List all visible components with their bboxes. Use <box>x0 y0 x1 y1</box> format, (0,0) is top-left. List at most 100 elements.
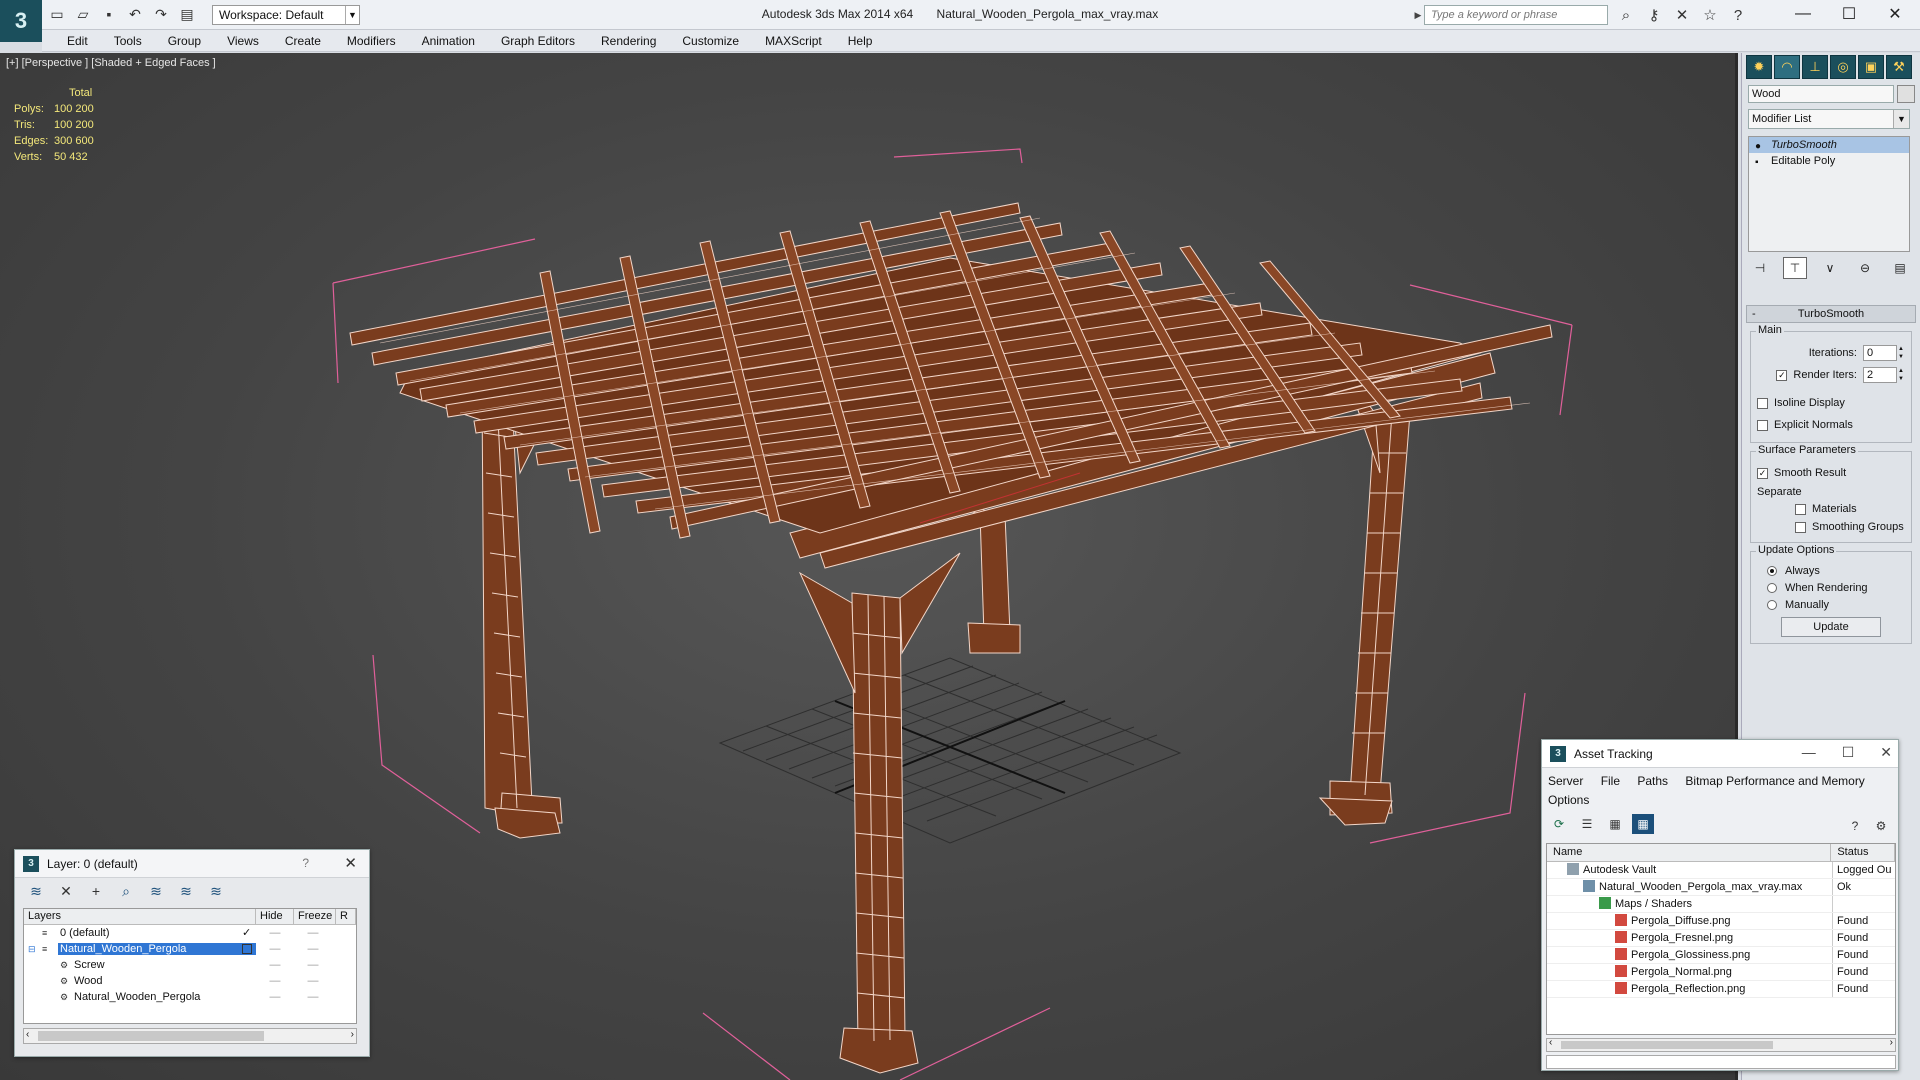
close-icon[interactable]: ✕ <box>1872 0 1918 28</box>
menu-create[interactable]: Create <box>272 34 334 48</box>
minimize-icon[interactable]: — <box>1780 0 1826 28</box>
explicit-normals-checkbox[interactable] <box>1757 419 1768 431</box>
highlight-layer-icon[interactable]: ≋ <box>145 881 167 901</box>
motion-tab-icon[interactable]: ◎ <box>1830 55 1856 79</box>
undo-icon[interactable]: ↶ <box>124 4 146 24</box>
app-logo-icon[interactable]: 3 <box>0 0 42 42</box>
hide-toggle[interactable]: — <box>256 941 294 957</box>
scroll-left-icon[interactable]: ‹ <box>1549 1037 1552 1048</box>
table-view-icon[interactable]: ▦ <box>1632 814 1654 834</box>
project-folder-icon[interactable]: ▤ <box>176 4 198 24</box>
freeze-all-icon[interactable]: ≋ <box>205 881 227 901</box>
layer-row[interactable]: ≡ 0 (default) ✓ — — <box>24 925 356 941</box>
hide-toggle[interactable]: — <box>256 957 294 973</box>
horizontal-scrollbar[interactable]: ‹ › <box>23 1028 357 1044</box>
layer-dialog-titlebar[interactable]: 3 Layer: 0 (default) ? ✕ <box>15 850 369 878</box>
spinner-arrows-icon[interactable]: ▲ ▼ <box>1897 345 1905 361</box>
utilities-tab-icon[interactable]: ⚒ <box>1886 55 1912 79</box>
asset-row[interactable]: Pergola_Reflection.png Found <box>1547 981 1895 998</box>
asset-row[interactable]: Pergola_Fresnel.png Found <box>1547 930 1895 947</box>
make-unique-icon[interactable]: ∨ <box>1818 257 1842 279</box>
settings-icon[interactable]: ⚙ <box>1870 816 1892 836</box>
menu-help[interactable]: Help <box>835 34 886 48</box>
when-rendering-radio[interactable] <box>1767 582 1777 593</box>
hide-toggle[interactable]: — <box>256 973 294 989</box>
stack-item-turbosmooth[interactable]: ● TurboSmooth <box>1749 137 1909 153</box>
menu-animation[interactable]: Animation <box>409 34 488 48</box>
stack-item-editable-poly[interactable]: ▪ Editable Poly <box>1749 153 1909 169</box>
iterations-spinner[interactable]: 0 <box>1863 345 1897 361</box>
scroll-right-icon[interactable]: › <box>1890 1037 1893 1048</box>
add-to-layer-icon[interactable]: + <box>85 881 107 901</box>
close-icon[interactable]: ✕ <box>1880 744 1892 761</box>
redo-icon[interactable]: ↷ <box>150 4 172 24</box>
column-status[interactable]: Status <box>1831 844 1895 861</box>
hide-toggle[interactable]: — <box>256 925 294 941</box>
key-icon[interactable]: ⚷ <box>1642 4 1666 26</box>
menu-edit[interactable]: Edit <box>54 34 101 48</box>
asset-row[interactable]: Autodesk Vault Logged Ou <box>1547 862 1895 879</box>
expand-icon[interactable]: ⊟ <box>28 941 36 957</box>
search-input[interactable]: Type a keyword or phrase <box>1424 5 1608 25</box>
refresh-icon[interactable]: ⟳ <box>1548 814 1570 834</box>
show-end-result-icon[interactable]: ⊤ <box>1783 257 1807 279</box>
expand-icon[interactable]: ▪ <box>1755 155 1759 171</box>
asset-tracking-titlebar[interactable]: 3 Asset Tracking — ☐ ✕ <box>1542 740 1898 768</box>
current-layer-box-icon[interactable] <box>242 944 252 954</box>
freeze-toggle[interactable]: — <box>294 941 332 957</box>
scroll-thumb[interactable] <box>38 1031 264 1041</box>
help-icon[interactable]: ? <box>1726 4 1750 26</box>
isoline-checkbox[interactable] <box>1757 397 1768 409</box>
asset-row[interactable]: Maps / Shaders <box>1547 896 1895 913</box>
freeze-toggle[interactable]: — <box>294 989 332 1005</box>
update-button[interactable]: Update <box>1781 617 1881 637</box>
list-view-icon[interactable]: ☰ <box>1576 814 1598 834</box>
hierarchy-tab-icon[interactable]: ⊥ <box>1802 55 1828 79</box>
chevron-right-icon[interactable]: ▶ <box>1412 5 1424 25</box>
asset-row[interactable]: Natural_Wooden_Pergola_max_vray.max Ok <box>1547 879 1895 896</box>
object-color-swatch[interactable] <box>1897 85 1915 103</box>
hide-all-icon[interactable]: ≋ <box>175 881 197 901</box>
column-hide[interactable]: Hide <box>256 909 294 924</box>
menu-views[interactable]: Views <box>214 34 272 48</box>
star-icon[interactable]: ☆ <box>1698 4 1722 26</box>
hide-toggle[interactable]: — <box>256 989 294 1005</box>
render-iters-spinner[interactable]: 2 <box>1863 367 1897 383</box>
horizontal-scrollbar[interactable]: ‹ › <box>1546 1037 1896 1052</box>
freeze-toggle[interactable]: — <box>294 973 332 989</box>
asset-path-field[interactable] <box>1546 1055 1896 1069</box>
smoothing-groups-checkbox[interactable] <box>1795 521 1806 533</box>
display-tab-icon[interactable]: ▣ <box>1858 55 1884 79</box>
column-render[interactable]: R <box>336 909 356 924</box>
menu-paths[interactable]: Paths <box>1637 774 1668 788</box>
help-icon[interactable]: ? <box>302 856 309 870</box>
workspace-dropdown[interactable]: Workspace: Default ▼ <box>212 5 360 25</box>
maximize-icon[interactable]: ☐ <box>1826 0 1872 28</box>
menu-maxscript[interactable]: MAXScript <box>752 34 835 48</box>
menu-customize[interactable]: Customize <box>669 34 752 48</box>
menu-server[interactable]: Server <box>1548 774 1583 788</box>
freeze-toggle[interactable]: — <box>294 925 332 941</box>
freeze-toggle[interactable]: — <box>294 957 332 973</box>
select-layer-objects-icon[interactable]: ⌕ <box>115 881 137 901</box>
exchange-icon[interactable]: ✕ <box>1670 4 1694 26</box>
scroll-left-icon[interactable]: ‹ <box>26 1029 29 1040</box>
menu-bitmap-performance[interactable]: Bitmap Performance and Memory <box>1685 774 1864 788</box>
save-icon[interactable]: ▪ <box>98 4 120 24</box>
modifier-list-dropdown[interactable]: Modifier List ▼ <box>1748 109 1910 129</box>
minimize-icon[interactable]: — <box>1802 744 1816 761</box>
layer-row[interactable]: ⊟ ≡ Natural_Wooden_Pergola — — <box>24 941 356 957</box>
scroll-thumb[interactable] <box>1561 1041 1773 1049</box>
viewport-label[interactable]: [+] [Perspective ] [Shaded + Edged Faces… <box>6 57 216 69</box>
smooth-result-checkbox[interactable]: ✓ <box>1757 467 1768 479</box>
maximize-icon[interactable]: ☐ <box>1842 744 1855 761</box>
tree-view-icon[interactable]: ▦ <box>1604 814 1626 834</box>
help-icon[interactable]: ? <box>1844 816 1866 836</box>
menu-rendering[interactable]: Rendering <box>588 34 669 48</box>
rollout-header[interactable]: - TurboSmooth <box>1746 305 1916 323</box>
menu-graph-editors[interactable]: Graph Editors <box>488 34 588 48</box>
menu-options[interactable]: Options <box>1548 793 1589 807</box>
modify-tab-icon[interactable]: ◠ <box>1774 55 1800 79</box>
new-layer-icon[interactable]: ≋ <box>25 881 47 901</box>
create-tab-icon[interactable]: ✹ <box>1746 55 1772 79</box>
